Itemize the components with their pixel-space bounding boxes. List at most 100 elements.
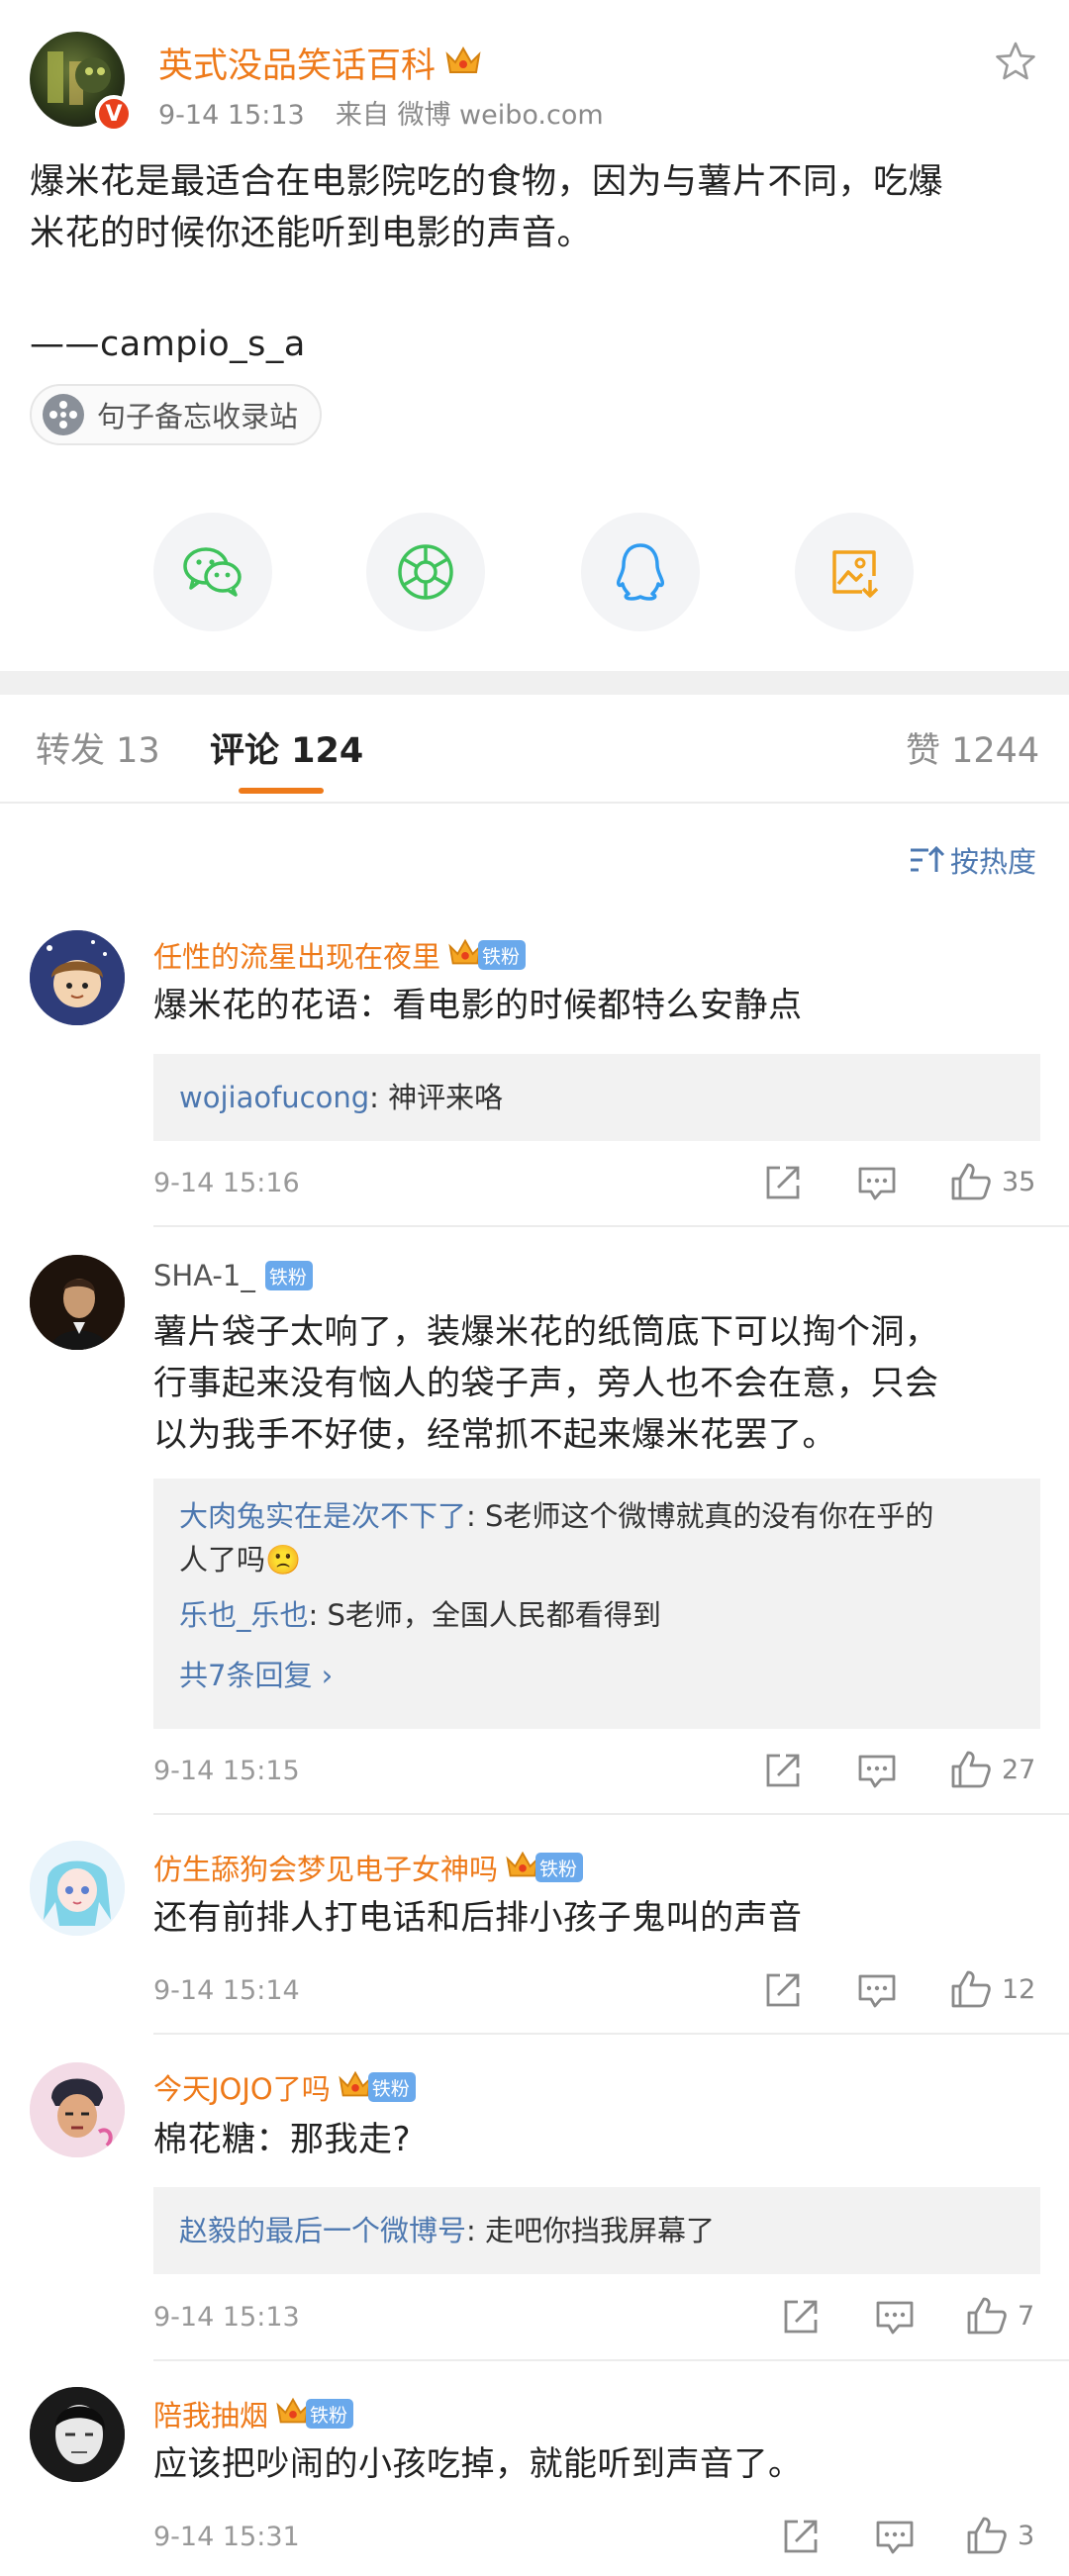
tabs-divider	[0, 802, 1069, 804]
fan-badge: 铁粉	[535, 1853, 584, 1882]
thumbs-up-icon	[951, 1163, 991, 1200]
reply-text: : 神评来咯	[369, 1081, 504, 1114]
comment-separator	[153, 2359, 1069, 2361]
commenter-name[interactable]: 陪我抽烟	[153, 2393, 268, 2434]
comment-separator	[153, 2033, 1069, 2035]
commenter-avatar[interactable]	[30, 930, 125, 1025]
comment-header: 陪我抽烟 铁粉	[153, 2393, 354, 2434]
commenter-avatar[interactable]	[30, 1255, 125, 1350]
like-button[interactable]: 27	[950, 1750, 1035, 1789]
post-credit: ——campio_s_a	[30, 325, 306, 364]
reply-box[interactable]: 赵毅的最后一个微博号: 走吧你挡我屏幕了	[153, 2187, 1040, 2274]
reply-action-icon[interactable]	[857, 1166, 897, 1201]
like-button[interactable]: 35	[950, 1162, 1035, 1201]
comment-text-line: 薯片袋子太响了，装爆米花的纸筒底下可以掏个洞，	[153, 1312, 939, 1352]
comment-time: 9-14 15:31	[153, 2522, 300, 2552]
reply-username[interactable]: 大肉兔实在是次不下了	[179, 1499, 466, 1533]
vip-crown-icon	[443, 45, 483, 82]
save-image-icon	[832, 550, 879, 598]
reply-action-icon[interactable]	[857, 1754, 897, 1789]
share-wechat-button[interactable]	[153, 513, 272, 631]
fan-badge: 铁粉	[306, 2399, 354, 2429]
comment-text: 还有前排人打电话和后排小孩子鬼叫的声音	[153, 1898, 803, 1938]
sort-icon	[909, 844, 944, 876]
comment-text-line: 行事起来没有恼人的袋子声，旁人也不会在意，只会	[153, 1364, 939, 1403]
wechat-icon	[183, 547, 242, 597]
repost-action-icon[interactable]	[782, 2298, 820, 2336]
comment-header: 任性的流星出现在夜里 铁粉	[153, 934, 527, 976]
like-count: 12	[1002, 1973, 1036, 2005]
tag-chip-icon	[42, 393, 85, 436]
tab-repost[interactable]: 转发 13	[36, 722, 160, 773]
comment-separator	[153, 1813, 1069, 1815]
commenter-avatar[interactable]	[30, 2387, 125, 2482]
like-count: 35	[1002, 1166, 1036, 1197]
fan-badge: 铁粉	[478, 940, 527, 970]
reply-item: 乐也_乐也: S老师，全国人民都看得到	[179, 1593, 1015, 1637]
reply-box[interactable]: 大肉兔实在是次不下了: S老师这个微博就真的没有你在乎的 人了吗🙁 乐也_乐也:…	[153, 1479, 1040, 1729]
save-image-button[interactable]	[795, 513, 914, 631]
comment-text: 棉花糖：那我走?	[153, 2120, 412, 2159]
more-replies-link[interactable]: 共7条回复 ›	[179, 1653, 1015, 1694]
commenter-avatar[interactable]	[30, 1841, 125, 1936]
thumbs-up-icon	[951, 1751, 991, 1788]
verified-badge: V	[95, 95, 133, 133]
reply-action-icon[interactable]	[875, 2300, 915, 2336]
comment-time: 9-14 15:16	[153, 1168, 300, 1198]
reply-box[interactable]: wojiaofucong: 神评来咯	[153, 1054, 1040, 1141]
reply-action-icon[interactable]	[857, 1973, 897, 2009]
commenter-name[interactable]: SHA-1_	[153, 1259, 255, 1292]
reply-action-icon[interactable]	[875, 2520, 915, 2555]
tag-chip[interactable]: 句子备忘收录站	[30, 384, 323, 445]
thumbs-up-icon	[967, 2297, 1007, 2335]
reply-item: 大肉兔实在是次不下了: S老师这个微博就真的没有你在乎的	[179, 1494, 1015, 1538]
reply-item: wojiaofucong: 神评来咯	[179, 1076, 503, 1119]
post-meta: 9-14 15:13 来自 微博 weibo.com	[158, 93, 604, 132]
comment-separator	[153, 1225, 1069, 1227]
share-qq-button[interactable]	[581, 513, 700, 631]
repost-action-icon[interactable]	[764, 1164, 802, 1201]
favorite-star-icon[interactable]	[994, 40, 1037, 87]
repost-action-icon[interactable]	[764, 1971, 802, 2009]
comment-header: 今天JOJO了吗 铁粉	[153, 2066, 416, 2108]
commenter-name[interactable]: 仿生舔狗会梦见电子女神吗	[153, 1847, 498, 1888]
comment-time: 9-14 15:14	[153, 1975, 300, 2006]
post-body: 爆米花是最适合在电影院吃的食物，因为与薯片不同，吃爆 米花的时候你还能听到电影的…	[30, 156, 1049, 370]
reply-text-cont: 人了吗🙁	[179, 1543, 302, 1576]
comment-text-line: 以为我手不好使，经常抓不起来爆米花罢了。	[153, 1415, 836, 1455]
sort-by-heat-button[interactable]: 按热度	[909, 839, 1036, 881]
tab-likes[interactable]: 赞 1244	[906, 722, 1039, 773]
comment-header: SHA-1_ 铁粉	[153, 1259, 313, 1292]
post-source: 来自 微博 weibo.com	[335, 100, 604, 131]
like-button[interactable]: 12	[950, 1969, 1035, 2009]
repost-action-icon[interactable]	[782, 2518, 820, 2555]
author-name[interactable]: 英式没品笑话百科	[158, 38, 436, 88]
reply-username[interactable]: 乐也_乐也	[179, 1598, 309, 1632]
fan-badge: 铁粉	[264, 1261, 313, 1290]
sort-label: 按热度	[950, 845, 1037, 879]
reply-text: : S老师，全国人民都看得到	[308, 1598, 661, 1632]
reply-username[interactable]: 赵毅的最后一个微博号	[179, 2214, 466, 2247]
repost-action-icon[interactable]	[764, 1752, 802, 1789]
reply-text: : 走吧你挡我屏幕了	[466, 2214, 716, 2247]
reply-item: 赵毅的最后一个微博号: 走吧你挡我屏幕了	[179, 2209, 715, 2252]
fan-badge: 铁粉	[367, 2072, 416, 2102]
comment-text: 爆米花的花语：看电影的时候都特么安静点	[153, 986, 803, 1025]
like-count: 7	[1018, 2300, 1035, 2332]
like-count: 27	[1002, 1754, 1036, 1785]
comment-time: 9-14 15:15	[153, 1756, 300, 1786]
post-text-line: 爆米花是最适合在电影院吃的食物，因为与薯片不同，吃爆	[30, 162, 944, 202]
commenter-name[interactable]: 任性的流星出现在夜里	[153, 934, 440, 976]
like-button[interactable]: 7	[966, 2296, 1034, 2336]
share-moments-button[interactable]	[366, 513, 485, 631]
commenter-name[interactable]: 今天JOJO了吗	[153, 2066, 331, 2108]
like-button[interactable]: 3	[966, 2516, 1034, 2555]
post-time: 9-14 15:13	[158, 100, 305, 131]
commenter-avatar[interactable]	[30, 2062, 125, 2157]
reply-text: : S老师这个微博就真的没有你在乎的	[466, 1499, 934, 1533]
tab-active-indicator	[239, 788, 324, 794]
tab-comments[interactable]: 评论 124	[210, 722, 363, 773]
like-count: 3	[1018, 2520, 1035, 2551]
reply-username[interactable]: wojiaofucong	[179, 1081, 369, 1114]
thumbs-up-icon	[951, 1970, 991, 2008]
